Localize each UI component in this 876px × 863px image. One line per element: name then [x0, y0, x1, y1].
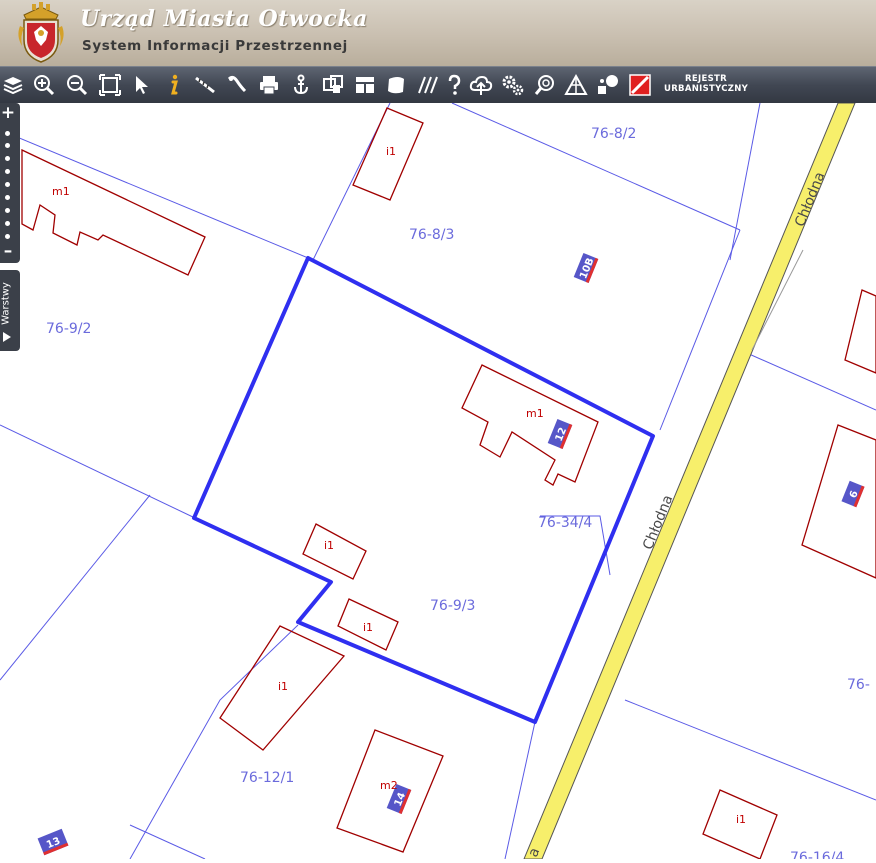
- zoom-out-icon[interactable]: [65, 73, 89, 97]
- settings-icon[interactable]: [501, 73, 525, 97]
- hatch-icon[interactable]: [415, 73, 439, 97]
- parcel-labels: 76-8/2 76-8/3 76-9/2 76-34/4 76-9/3 76-1…: [46, 126, 870, 863]
- zoom-level-dot[interactable]: [5, 221, 10, 226]
- compare-icon[interactable]: [321, 73, 345, 97]
- legend-icon[interactable]: [596, 73, 620, 97]
- measure-area-icon[interactable]: [225, 73, 249, 97]
- parcel-label: 76-12/1: [240, 770, 294, 786]
- layers-icon[interactable]: [1, 73, 25, 97]
- city-crest-icon: [10, 2, 72, 64]
- zoom-level-dot[interactable]: [5, 143, 10, 148]
- zoom-level-dot[interactable]: [5, 156, 10, 161]
- building-label: i1: [278, 680, 288, 693]
- parcel-label: 76-16/4: [790, 850, 844, 859]
- expand-arrow-icon: [3, 332, 11, 342]
- building-label: m2: [380, 779, 398, 792]
- zoom-level-dot[interactable]: [5, 182, 10, 187]
- parcel-label: 76-9/2: [46, 321, 91, 337]
- parcel-label: 76-9/3: [430, 598, 475, 614]
- triangle-icon[interactable]: [564, 73, 588, 97]
- parcel-lines: [0, 102, 876, 860]
- parcel-label: 76-: [847, 677, 870, 693]
- building-label: i1: [324, 539, 334, 552]
- full-extent-icon[interactable]: [98, 73, 122, 97]
- measure-distance-icon[interactable]: [193, 73, 217, 97]
- registry-urban-button[interactable]: REJESTR URBANISTYCZNY: [664, 74, 748, 94]
- help-icon[interactable]: [442, 73, 466, 97]
- zoom-level-dot[interactable]: [5, 195, 10, 200]
- map-canvas[interactable]: 10B 12 6 14 13 76-8/2 76-8/3 76-9/2 76-3…: [0, 102, 876, 863]
- parcel-label: 76-34/4: [538, 515, 592, 531]
- layers-tab-label: Warstwy: [0, 282, 12, 325]
- building-label: m1: [526, 407, 544, 420]
- anchor-icon[interactable]: [289, 73, 313, 97]
- layout-icon[interactable]: [353, 73, 377, 97]
- zoom-level-dot[interactable]: [5, 208, 10, 213]
- parcel-label: 76-8/3: [409, 227, 454, 243]
- info-icon[interactable]: [162, 73, 186, 97]
- zoom-level-dot[interactable]: [5, 131, 10, 136]
- map-svg: 10B 12 6 14 13 76-8/2 76-8/3 76-9/2 76-3…: [0, 102, 876, 863]
- building-label: i1: [736, 813, 746, 826]
- red-square-icon[interactable]: [628, 73, 652, 97]
- parcel-label: 76-8/2: [591, 126, 636, 142]
- cloud-upload-icon[interactable]: [469, 73, 493, 97]
- building-label: m1: [52, 185, 70, 198]
- zoom-in-button[interactable]: +: [0, 105, 16, 122]
- app-subtitle: System Informacji Przestrzennej: [82, 38, 348, 54]
- select-arrow-icon[interactable]: [130, 73, 154, 97]
- building-label: i1: [386, 145, 396, 158]
- building-labels: i1 m1 m1 i1 i1 i1 m2 i1: [52, 145, 746, 826]
- zoom-slider-panel: + –: [0, 103, 20, 263]
- app-title: Urząd Miasta Otwocka: [80, 6, 368, 32]
- print-icon[interactable]: [257, 73, 281, 97]
- building-label: i1: [363, 621, 373, 634]
- polygon-icon[interactable]: [384, 73, 408, 97]
- buildings: [21, 107, 876, 860]
- search-zoom-icon[interactable]: [533, 73, 557, 97]
- map-toolbar: REJESTR URBANISTYCZNY: [0, 66, 876, 103]
- layers-tab[interactable]: Warstwy: [0, 270, 20, 351]
- zoom-level-dot[interactable]: [5, 169, 10, 174]
- zoom-in-icon[interactable]: [32, 73, 56, 97]
- zoom-out-button[interactable]: –: [0, 243, 16, 260]
- zoom-level-dot[interactable]: [5, 234, 10, 239]
- app-header: Urząd Miasta Otwocka System Informacji P…: [0, 0, 876, 66]
